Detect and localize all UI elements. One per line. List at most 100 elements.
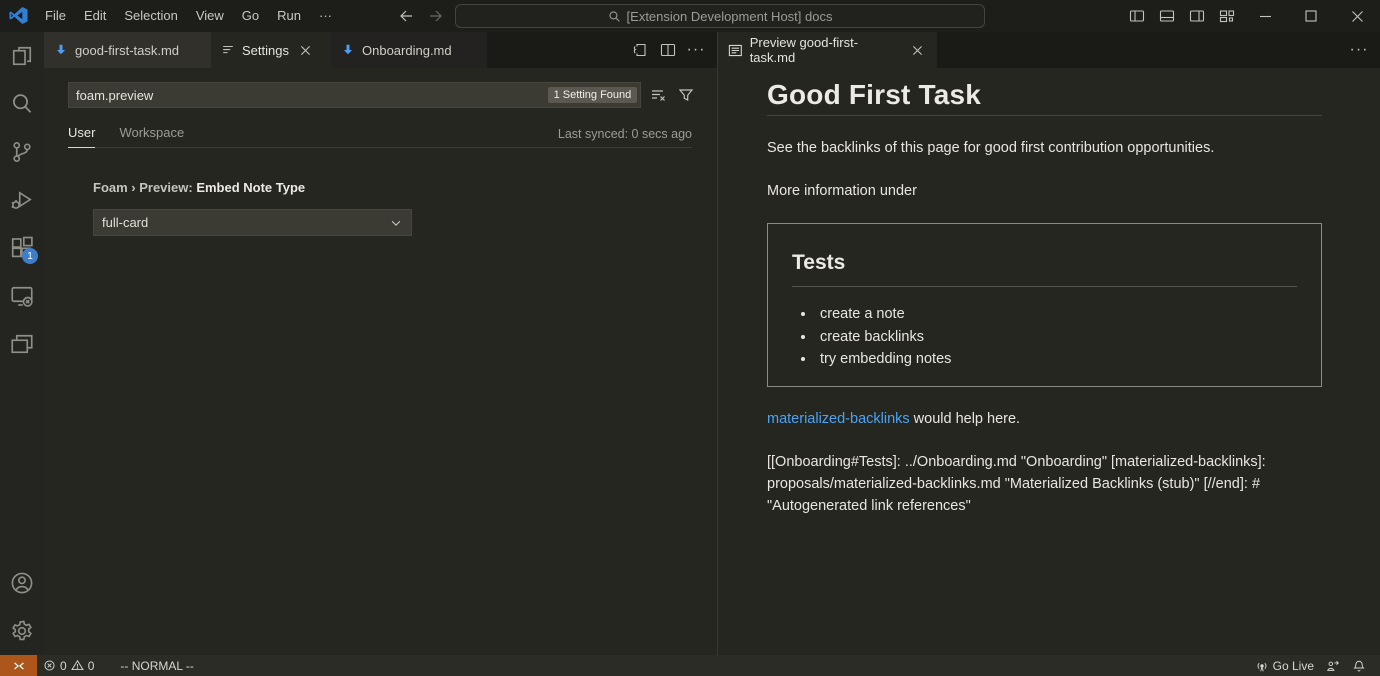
maximize-button[interactable] xyxy=(1288,0,1334,32)
menu-more[interactable]: ··· xyxy=(310,0,341,32)
extensions-icon[interactable]: 1 xyxy=(0,224,44,272)
extensions-badge: 1 xyxy=(22,248,38,264)
remote-icon xyxy=(12,659,26,673)
menu-run[interactable]: Run xyxy=(268,0,310,32)
search-view-icon[interactable] xyxy=(0,80,44,128)
settings-search-input[interactable] xyxy=(76,88,548,103)
settings-tune-icon xyxy=(221,43,235,57)
tab-label: good-first-task.md xyxy=(75,43,179,58)
feedback-button[interactable] xyxy=(1320,655,1346,676)
status-bar: 0 0 -- NORMAL -- Go Live xyxy=(0,655,1380,676)
list-item: create a note xyxy=(816,303,1297,326)
activity-bar-spacer xyxy=(0,368,44,559)
settings-list: Foam › Preview: Embed Note Type full-car… xyxy=(68,148,697,236)
settings-scope-tabs: User Workspace Last synced: 0 secs ago xyxy=(68,120,692,148)
customize-layout-icon[interactable] xyxy=(1212,0,1242,32)
preview-paragraph-1: See the backlinks of this page for good … xyxy=(767,137,1322,159)
broadcast-icon xyxy=(1255,659,1269,673)
notifications-bell-icon[interactable] xyxy=(1346,655,1372,676)
chevron-down-icon xyxy=(389,216,403,230)
editor-group-right: Preview good-first-task.md ··· Good Firs… xyxy=(718,32,1380,655)
back-arrow-icon[interactable] xyxy=(396,0,416,32)
settings-search-box: 1 Setting Found xyxy=(68,82,641,108)
close-window-button[interactable] xyxy=(1334,0,1380,32)
problems-status[interactable]: 0 0 xyxy=(37,655,100,676)
manage-gear-icon[interactable] xyxy=(0,607,44,655)
tab-bar-left: good-first-task.md Settings Onboarding.m… xyxy=(44,32,717,68)
error-count: 0 xyxy=(60,659,67,673)
filter-settings-icon[interactable] xyxy=(675,84,697,106)
open-settings-json-icon[interactable] xyxy=(627,37,653,63)
vim-mode-indicator[interactable]: -- NORMAL -- xyxy=(114,655,200,676)
last-synced-label: Last synced: 0 secs ago xyxy=(558,127,692,141)
go-live-label: Go Live xyxy=(1273,659,1314,673)
toggle-secondary-sidebar-icon[interactable] xyxy=(1182,0,1212,32)
settings-editor: 1 Setting Found User Workspace Last sync… xyxy=(44,68,717,655)
source-control-icon[interactable] xyxy=(0,128,44,176)
menu-selection[interactable]: Selection xyxy=(115,0,186,32)
vim-mode-label: -- NORMAL -- xyxy=(120,659,194,673)
menu-go[interactable]: Go xyxy=(233,0,268,32)
preview-paragraph-2: More information under xyxy=(767,180,1322,202)
vscode-window: File Edit Selection View Go Run ··· [Ext… xyxy=(0,0,1380,676)
close-tab-icon[interactable] xyxy=(296,40,316,60)
setting-title: Foam › Preview: Embed Note Type xyxy=(93,180,697,195)
command-center-search[interactable]: [Extension Development Host] docs xyxy=(455,4,985,28)
materialized-backlinks-link[interactable]: materialized-backlinks xyxy=(767,411,910,427)
editor-group-left: good-first-task.md Settings Onboarding.m… xyxy=(44,32,717,655)
menu-view[interactable]: View xyxy=(187,0,233,32)
markdown-preview-icon xyxy=(728,43,743,58)
editor-actions-right: ··· xyxy=(1346,32,1380,68)
more-actions-icon[interactable]: ··· xyxy=(683,37,709,63)
accounts-icon[interactable] xyxy=(0,559,44,607)
clear-settings-search-icon[interactable] xyxy=(647,84,669,106)
setting-name: Embed Note Type xyxy=(196,180,305,195)
status-bar-right: Go Live xyxy=(1249,655,1380,676)
remote-explorer-icon[interactable] xyxy=(0,272,44,320)
tab-preview-good-first-task[interactable]: Preview good-first-task.md xyxy=(718,32,937,68)
menu-edit[interactable]: Edit xyxy=(75,0,115,32)
embedded-note-title: Tests xyxy=(792,252,1297,287)
explorer-icon[interactable] xyxy=(0,32,44,80)
toggle-sidebar-icon[interactable] xyxy=(1122,0,1152,32)
activity-bar: 1 xyxy=(0,32,44,655)
embed-note-type-select[interactable]: full-card xyxy=(93,209,412,236)
link-suffix-text: would help here. xyxy=(910,411,1020,427)
warning-count: 0 xyxy=(88,659,95,673)
settings-search-row: 1 Setting Found xyxy=(68,82,697,108)
remote-indicator[interactable] xyxy=(0,655,37,676)
toggle-panel-icon[interactable] xyxy=(1152,0,1182,32)
select-value: full-card xyxy=(102,215,148,230)
close-tab-icon[interactable] xyxy=(907,40,927,60)
custom-views-icon[interactable] xyxy=(0,320,44,368)
go-live-button[interactable]: Go Live xyxy=(1249,655,1320,676)
run-debug-icon[interactable] xyxy=(0,176,44,224)
menu-file[interactable]: File xyxy=(36,0,75,32)
workbench: 1 good-first-task.md xyxy=(0,32,1380,655)
scope-tab-workspace[interactable]: Workspace xyxy=(119,120,184,148)
embedded-note-card: Tests create a note create backlinks try… xyxy=(767,223,1322,387)
minimize-button[interactable] xyxy=(1242,0,1288,32)
tab-label: Preview good-first-task.md xyxy=(750,35,901,65)
error-icon xyxy=(43,659,56,672)
forward-arrow-icon[interactable] xyxy=(426,0,446,32)
markdown-file-icon xyxy=(54,43,68,57)
preview-reference-paragraph: [[Onboarding#Tests]: ../Onboarding.md "O… xyxy=(767,451,1322,517)
list-item: try embedding notes xyxy=(816,348,1297,371)
preview-link-paragraph: materialized-backlinks would help here. xyxy=(767,408,1322,430)
tab-label: Onboarding.md xyxy=(362,43,452,58)
setting-category: Foam › Preview: xyxy=(93,180,196,195)
nav-history xyxy=(396,0,446,32)
list-item: create backlinks xyxy=(816,326,1297,349)
scope-tab-user[interactable]: User xyxy=(68,120,95,148)
tab-bar-right: Preview good-first-task.md ··· xyxy=(718,32,1380,68)
split-editor-icon[interactable] xyxy=(655,37,681,63)
markdown-preview-pane: Good First Task See the backlinks of thi… xyxy=(718,68,1380,655)
editor-actions-left: ··· xyxy=(627,32,717,68)
more-actions-icon[interactable]: ··· xyxy=(1346,37,1372,63)
tab-settings[interactable]: Settings xyxy=(211,32,331,68)
tab-good-first-task[interactable]: good-first-task.md xyxy=(44,32,211,68)
settings-result-count-badge: 1 Setting Found xyxy=(548,87,638,103)
tab-label: Settings xyxy=(242,43,289,58)
tab-onboarding[interactable]: Onboarding.md xyxy=(331,32,487,68)
